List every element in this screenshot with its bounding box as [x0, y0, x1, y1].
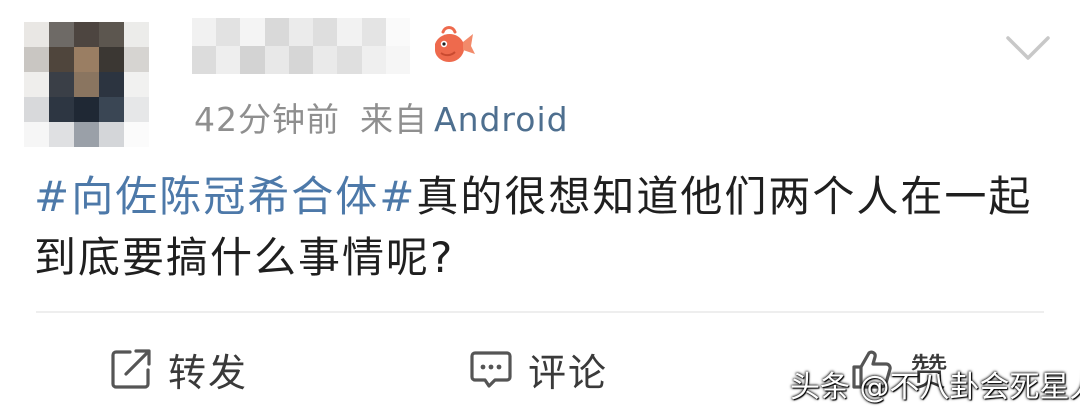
avatar-pixel — [49, 97, 74, 122]
post-meta: 42分钟前 来自 Android — [194, 93, 569, 141]
username-pixel — [240, 46, 265, 74]
username-pixel — [385, 18, 410, 46]
hashtag-link[interactable]: #向佐陈冠希合体# — [34, 172, 416, 221]
repost-button[interactable]: 转发 — [108, 337, 248, 401]
avatar-pixel — [49, 72, 74, 97]
username-pixel — [192, 46, 217, 74]
avatar-pixel — [99, 72, 124, 97]
source-prefix: 来自 — [360, 100, 428, 139]
username-pixel — [288, 18, 314, 46]
avatar-pixel — [99, 97, 124, 122]
avatar-pixel — [99, 122, 124, 147]
username-pixel — [216, 46, 241, 74]
username-pixel — [385, 46, 410, 74]
post-time: 42分钟前 — [194, 100, 340, 139]
avatar-pixel — [74, 97, 99, 122]
avatar-pixel — [124, 47, 149, 72]
divider — [36, 311, 1044, 313]
username-blurred[interactable] — [192, 18, 410, 74]
avatar-pixel — [99, 22, 124, 47]
avatar-pixel — [124, 72, 149, 97]
username-pixel — [337, 18, 362, 46]
username-pixel — [264, 18, 289, 46]
avatar-pixel — [49, 122, 74, 147]
post-content: #向佐陈冠希合体#真的很想知道他们两个人在一起到底要搞什么事情呢? — [34, 166, 1054, 288]
avatar-pixel — [24, 22, 49, 47]
username-pixel — [337, 46, 362, 74]
username-pixel — [313, 46, 338, 74]
comment-button[interactable]: 评论 — [468, 337, 608, 401]
username-pixel — [361, 18, 386, 46]
avatar-pixel — [49, 22, 74, 47]
avatar-pixel — [124, 97, 149, 122]
avatar[interactable] — [24, 22, 149, 147]
avatar-pixel — [124, 122, 149, 147]
username-pixel — [361, 46, 386, 74]
username-pixel — [216, 18, 241, 46]
share-icon — [108, 346, 154, 392]
koi-fish-icon — [425, 22, 477, 74]
watermark: 头条 @不八卦会死星人 — [790, 370, 1080, 405]
avatar-pixel — [24, 122, 49, 147]
avatar-pixel — [49, 47, 74, 72]
avatar-pixel — [124, 22, 149, 47]
avatar-pixel — [74, 22, 99, 47]
avatar-pixel — [74, 72, 99, 97]
avatar-pixel — [24, 97, 49, 122]
repost-label: 转发 — [168, 350, 249, 395]
avatar-pixel — [74, 122, 99, 147]
avatar-pixel — [99, 47, 124, 72]
username-pixel — [192, 18, 217, 46]
username-pixel — [288, 46, 314, 74]
comment-icon — [468, 346, 514, 392]
source-client[interactable]: Android — [434, 100, 569, 139]
username-pixel — [240, 18, 265, 46]
username-pixel — [264, 46, 289, 74]
avatar-pixel — [24, 47, 49, 72]
chevron-down-icon[interactable] — [1002, 28, 1054, 68]
avatar-pixel — [74, 47, 99, 72]
comment-label: 评论 — [528, 350, 609, 395]
avatar-pixel — [24, 72, 49, 97]
username-pixel — [313, 18, 338, 46]
